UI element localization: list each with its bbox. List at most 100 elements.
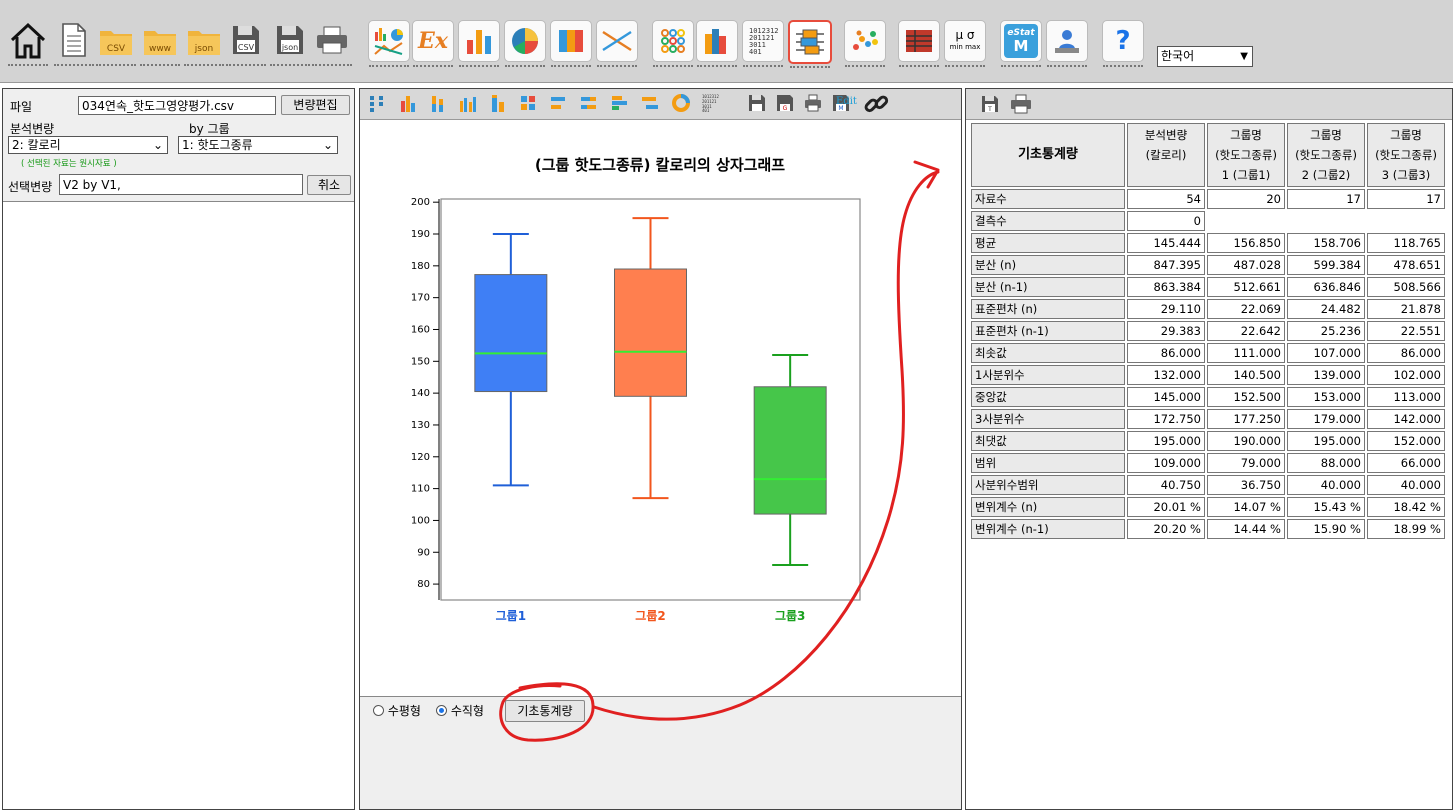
- group-var-select[interactable]: 1: 핫도그종류 ⌄: [178, 136, 338, 154]
- save-csv-icon[interactable]: CSV: [226, 20, 266, 66]
- svg-text:401: 401: [749, 48, 762, 56]
- cancel-button[interactable]: 취소: [307, 175, 351, 195]
- vertical-radio[interactable]: [436, 705, 447, 716]
- horizontal-stacked-icon[interactable]: [579, 93, 599, 113]
- language-select[interactable]: 한국어 ▼: [1157, 46, 1253, 67]
- side-bar-icon[interactable]: [458, 93, 478, 113]
- save-table-icon[interactable]: T: [980, 94, 1000, 114]
- table-cell: 15.43 %: [1287, 497, 1365, 517]
- file-name-field[interactable]: 034연속_핫도그영양평가.csv: [78, 96, 276, 115]
- stacked-bar-icon[interactable]: [428, 93, 448, 113]
- home-icon[interactable]: [8, 20, 48, 66]
- save-graph-g-icon[interactable]: G: [775, 93, 795, 113]
- print-icon[interactable]: [312, 20, 352, 66]
- stem-leaf-icon[interactable]: 1012312 201121 3011 401: [742, 20, 784, 67]
- line-chart-icon[interactable]: [596, 20, 638, 67]
- by-group-label: by 그룹: [189, 122, 230, 136]
- column-header-line: 2 (그룹2): [1301, 168, 1351, 182]
- help-icon[interactable]: ?: [1102, 20, 1144, 67]
- horizontal-radio[interactable]: [373, 705, 384, 716]
- row-label: 표준편차 (n-1): [971, 321, 1125, 341]
- row-label: 최댓값: [971, 431, 1125, 451]
- table-cell: 17: [1287, 189, 1365, 209]
- edit-variables-button[interactable]: 변량편집: [281, 95, 350, 115]
- analysis-var-select[interactable]: 2: 칼로리 ⌄: [8, 136, 168, 154]
- excel-icon[interactable]: Ex: [412, 20, 454, 67]
- link-icon[interactable]: [863, 91, 889, 117]
- dot-graph-icon[interactable]: [652, 20, 694, 67]
- table-row: 범위 109.000 79.000 88.000 66.000: [971, 453, 1445, 473]
- row-label: 범위: [971, 453, 1125, 473]
- group-var-value: 1: 핫도그종류: [182, 138, 253, 152]
- chart-set-icon[interactable]: [368, 20, 410, 67]
- table-row: 중앙값 145.000 152.500 153.000 113.000: [971, 387, 1445, 407]
- pie-chart-icon[interactable]: [504, 20, 546, 67]
- table-cell: 132.000: [1127, 365, 1205, 385]
- table-cell: 66.000: [1367, 453, 1445, 473]
- horizontal-ratio-icon[interactable]: [610, 93, 630, 113]
- horizontal-side-icon[interactable]: [640, 93, 660, 113]
- histogram-icon[interactable]: [696, 20, 738, 67]
- json-folder-label: json: [194, 44, 213, 54]
- horizontal-option[interactable]: 수평형: [373, 702, 421, 719]
- teacher-icon[interactable]: [1046, 20, 1088, 67]
- edit-graph-link[interactable]: Edit: [836, 96, 857, 107]
- chevron-down-icon: ⌄: [152, 138, 163, 152]
- dot-plot-icon[interactable]: [367, 93, 387, 113]
- horizontal-bar-icon[interactable]: [549, 93, 569, 113]
- donut-icon[interactable]: [671, 93, 691, 113]
- estat-m-icon[interactable]: eStat M: [1000, 20, 1042, 67]
- table-cell: 599.384: [1287, 255, 1365, 275]
- x-label: 그룹2: [635, 608, 665, 623]
- open-www-folder-icon[interactable]: www: [140, 20, 180, 66]
- table-cell: 29.383: [1127, 321, 1205, 341]
- svg-text:G: G: [783, 105, 788, 112]
- new-file-icon[interactable]: [54, 20, 94, 66]
- estat-m-label: M: [1013, 37, 1029, 55]
- table-cell: 863.384: [1127, 277, 1205, 297]
- grouped-bar-icon[interactable]: [398, 93, 418, 113]
- table-row: 변위계수 (n) 20.01 % 14.07 % 15.43 % 18.42 %: [971, 497, 1445, 517]
- table-row: 결측수 0: [971, 211, 1445, 231]
- mosaic-icon[interactable]: [518, 93, 538, 113]
- table-row: 1사분위수 132.000 140.500 139.000 102.000: [971, 365, 1445, 385]
- vertical-label: 수직형: [450, 704, 484, 718]
- ratio-bar-icon[interactable]: [488, 93, 508, 113]
- open-json-folder-icon[interactable]: json: [184, 20, 224, 66]
- band-chart-icon[interactable]: [550, 20, 592, 67]
- analysis-var-label: 분석변량: [10, 122, 55, 136]
- basic-stats-button[interactable]: 기초통계량: [505, 700, 585, 722]
- table-row: 변위계수 (n-1) 20.20 % 14.44 % 15.90 % 18.99 %: [971, 519, 1445, 539]
- selected-var-field[interactable]: V2 by V1,: [59, 174, 303, 195]
- stem-leaf-small-icon[interactable]: 10123122011213011401: [701, 93, 721, 113]
- table-cell: 153.000: [1287, 387, 1365, 407]
- table-cell: 152.500: [1207, 387, 1285, 407]
- table-row: 최댓값 195.000 190.000 195.000 152.000: [971, 431, 1445, 451]
- raw-data-note: ( 선택된 자료는 원시자료 ): [21, 159, 117, 169]
- graph-panel: 1012312 201121 3011 401 G M Edit (그룹 핫도그종류)…: [359, 88, 962, 810]
- table-cell: 190.000: [1207, 431, 1285, 451]
- table-cell: 195.000: [1287, 431, 1365, 451]
- table-cell: 111.000: [1207, 343, 1285, 363]
- bar-chart-icon[interactable]: [458, 20, 500, 67]
- save-json-icon[interactable]: json: [270, 20, 310, 66]
- box-plot-icon[interactable]: [788, 20, 832, 68]
- row-label: 사분위수범위: [971, 475, 1125, 495]
- print-table-icon[interactable]: [1010, 94, 1032, 114]
- save-graph-icon[interactable]: [747, 93, 767, 113]
- print-graph-icon[interactable]: [803, 93, 823, 113]
- main-toolbar: CSV www json CSV json Ex 1012312 201121 …: [0, 0, 1453, 83]
- summary-stats-icon[interactable]: μ σ min max: [944, 20, 986, 67]
- y-tick-label: 120: [411, 452, 430, 463]
- vertical-option[interactable]: 수직형: [436, 702, 484, 719]
- row-label: 중앙값: [971, 387, 1125, 407]
- save-json-label: json: [281, 43, 298, 52]
- x-label: 그룹3: [775, 608, 805, 623]
- frequency-table-icon[interactable]: [898, 20, 940, 67]
- column-header-line: (핫도그종류): [1375, 148, 1437, 162]
- open-csv-folder-icon[interactable]: CSV: [96, 20, 136, 66]
- y-tick-label: 140: [411, 388, 430, 399]
- table-cell: 508.566: [1367, 277, 1445, 297]
- x-label: 그룹1: [496, 608, 526, 623]
- scatter-plot-icon[interactable]: [844, 20, 886, 67]
